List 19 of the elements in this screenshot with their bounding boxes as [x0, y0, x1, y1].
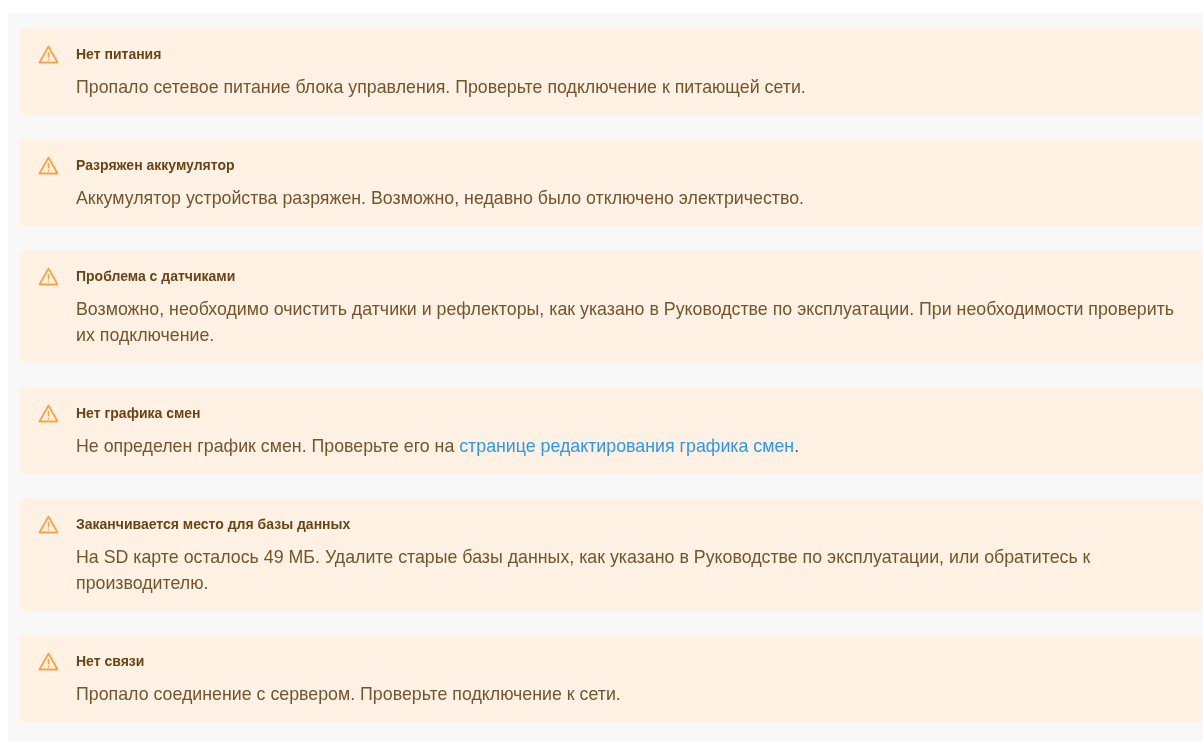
alert-title: Разряжен аккумулятор — [76, 156, 236, 175]
schedule-link[interactable]: странице редактирования графика смен — [459, 436, 795, 456]
alert-title: Нет связи — [76, 652, 146, 671]
alert-message: На SD карте осталось 49 МБ. Удалите старые базы данных, как указано в Руководстве по эксплуатации, или обратитесь к производителю. — [76, 546, 1092, 595]
warning-icon — [38, 45, 59, 64]
warning-icon — [38, 515, 59, 534]
alert-message: Не определен график смен. Проверьте его на странице редактирования графика смен. — [76, 435, 801, 458]
warning-icon — [38, 156, 59, 175]
alert-message: Возможно, необходимо очистить датчики и рефлекторы, как указано в Руководстве по эксплуатации. При необходимости проверить их подключение. — [76, 298, 1176, 347]
alert-message: Аккумулятор устройства разряжен. Возможно, недавно было отключено электричество. — [76, 187, 806, 210]
alert-title: Нет графика смен — [76, 404, 202, 423]
alert-title: Заканчивается место для базы данных — [76, 515, 352, 534]
alert-message: Пропало соединение с сервером. Проверьте подключение к сети. — [76, 683, 622, 706]
warning-icon — [38, 404, 59, 423]
warning-icon — [38, 267, 59, 286]
alert-title: Нет питания — [76, 45, 163, 64]
alert-title: Проблема с датчиками — [76, 267, 237, 286]
warning-icon — [38, 652, 59, 671]
alert-message: Пропало сетевое питание блока управления. Проверьте подключение к питающей сети. — [76, 76, 807, 99]
